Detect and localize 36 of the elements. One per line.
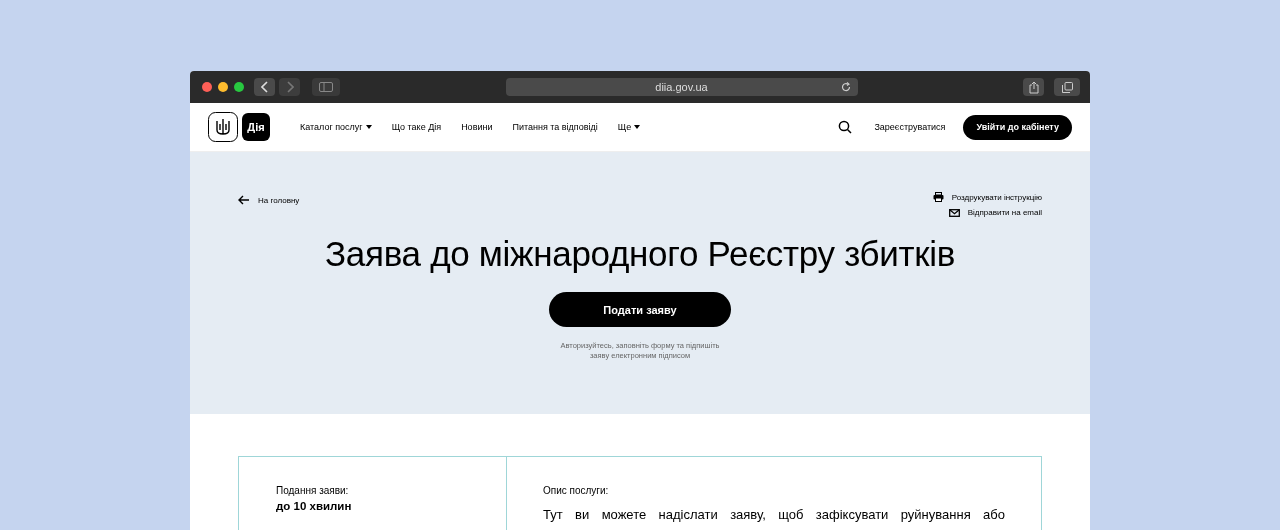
chevron-left-icon	[260, 81, 269, 93]
page-title: Заява до міжнародного Реєстру збитків	[325, 234, 955, 274]
close-dot[interactable]	[202, 82, 212, 92]
search-icon[interactable]	[838, 120, 853, 134]
diia-logo[interactable]: Дія	[242, 113, 270, 141]
share-button[interactable]	[1023, 78, 1044, 96]
back-button[interactable]	[254, 78, 275, 96]
maximize-dot[interactable]	[234, 82, 244, 92]
back-link[interactable]: На головну	[238, 195, 300, 205]
nav-link[interactable]: Питання та відповіді	[512, 122, 598, 132]
duration-value: до 10 хвилин	[276, 500, 353, 512]
sidebar-icon	[319, 82, 333, 92]
description-label: Опис послуги:	[543, 485, 610, 496]
tabs-button[interactable]	[1054, 78, 1080, 96]
printer-icon	[932, 192, 944, 202]
minimize-dot[interactable]	[218, 82, 228, 92]
nav-link[interactable]: Ще	[617, 122, 641, 132]
arrow-left-icon	[238, 195, 250, 205]
nav-link[interactable]: Каталог послуг	[300, 122, 372, 132]
envelope-icon	[948, 208, 960, 217]
share-icon	[1028, 80, 1039, 94]
submit-button[interactable]: Подати заяву	[549, 292, 731, 327]
print-link[interactable]: Роздрукувати інструкцію	[932, 192, 1042, 202]
login-button[interactable]: Увійти до кабінету	[963, 114, 1072, 140]
trident-logo-icon[interactable]	[208, 112, 238, 142]
sidebar-button[interactable]	[312, 78, 340, 96]
nav-link[interactable]: Новини	[461, 122, 493, 132]
chevron-right-icon	[285, 81, 294, 93]
duration-label: Подання заяви:	[276, 485, 350, 496]
tabs-icon	[1061, 81, 1073, 93]
reload-icon[interactable]	[840, 82, 851, 92]
email-link[interactable]: Відправити на email	[948, 208, 1042, 217]
nav-link[interactable]: Що таке Дія	[391, 122, 442, 132]
address-bar[interactable]: diia.gov.ua	[505, 78, 858, 96]
register-link[interactable]: Зареєструватися	[874, 122, 946, 132]
description-text: Тут ви можете надіслати заяву, щоб зафіксувати руйнування або	[543, 508, 1005, 523]
